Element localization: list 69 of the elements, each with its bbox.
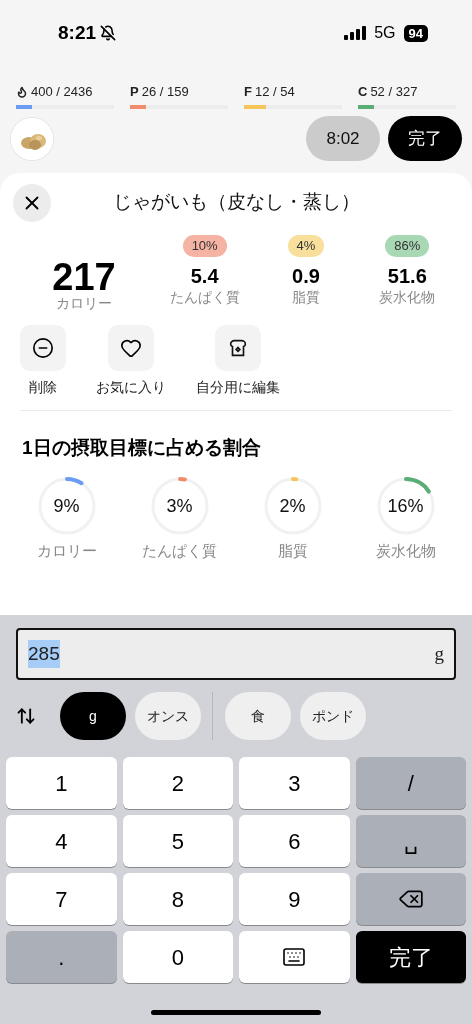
keyboard-key[interactable]: 4 xyxy=(6,815,117,867)
status-time: 8:21 xyxy=(58,20,97,45)
action-label: 削除 xyxy=(29,377,57,397)
macro-value: 51.6 xyxy=(387,263,427,288)
action-label: お気に入り xyxy=(96,377,166,397)
action-button[interactable] xyxy=(215,324,261,371)
macro-value: 0.9 xyxy=(292,263,320,288)
percent-badge: 10% xyxy=(182,234,227,257)
keyboard-key[interactable]: ␣ xyxy=(355,815,466,867)
keyboard-key[interactable]: 2 xyxy=(122,757,233,809)
macro-total: 400 / 2436 xyxy=(31,83,93,101)
amount-value: 285 xyxy=(28,639,60,669)
keyboard-key[interactable]: / xyxy=(355,757,466,809)
action-label: 自分用に編集 xyxy=(196,377,280,397)
unit-chip[interactable]: 食 xyxy=(225,692,291,740)
ring-percent: 9% xyxy=(53,494,80,518)
ring-label: 炭水化物 xyxy=(375,541,436,561)
keyboard-key[interactable]: 6 xyxy=(239,815,350,867)
ring-percent: 3% xyxy=(166,494,193,518)
unit-chip[interactable]: ポンド xyxy=(300,692,366,740)
macro-total: 12 / 54 xyxy=(254,83,295,101)
macro-total: 26 / 159 xyxy=(141,83,189,101)
macro-label: たんぱく質 xyxy=(169,287,240,306)
battery-level: 94 xyxy=(403,24,428,42)
keyboard-key[interactable]: . xyxy=(6,931,117,983)
unit-chip[interactable]: g xyxy=(60,692,126,740)
macro-letter: C xyxy=(358,83,368,101)
keyboard-key[interactable] xyxy=(239,931,350,983)
ring-label: カロリー xyxy=(36,541,97,561)
keyboard-key[interactable] xyxy=(355,873,466,925)
done-button[interactable]: 完了 xyxy=(388,116,462,161)
meal-time-button[interactable]: 8:02 xyxy=(306,116,380,161)
food-title: じゃがいも（皮なし・蒸し） xyxy=(111,190,361,215)
section-title: 1日の摂取目標に占める割合 xyxy=(21,435,262,460)
bell-muted-icon xyxy=(100,25,117,41)
action-button[interactable] xyxy=(20,324,66,371)
ring-label: たんぱく質 xyxy=(142,541,217,561)
macro-total: 52 / 327 xyxy=(370,83,418,101)
ring-percent: 2% xyxy=(279,494,306,518)
calories-label: カロリー xyxy=(56,293,112,312)
signal-icon xyxy=(344,26,367,40)
amount-field[interactable]: 285 g xyxy=(16,628,456,680)
amount-unit: g xyxy=(434,641,444,666)
flame-icon xyxy=(16,85,28,98)
calories-value: 217 xyxy=(52,259,116,294)
keyboard-key[interactable]: 完了 xyxy=(355,931,466,983)
macro-label: 炭水化物 xyxy=(379,287,436,306)
swap-icon[interactable] xyxy=(16,706,36,726)
keyboard-key[interactable]: 1 xyxy=(6,757,117,809)
keyboard-key[interactable]: 9 xyxy=(239,873,350,925)
unit-chip[interactable]: オンス xyxy=(135,692,201,740)
keyboard-key[interactable]: 0 xyxy=(122,931,233,983)
ring-percent: 16% xyxy=(387,494,424,518)
keyboard-key[interactable]: 5 xyxy=(122,815,233,867)
keyboard-key[interactable]: 8 xyxy=(122,873,233,925)
macro-letter: P xyxy=(130,83,139,101)
minus-icon xyxy=(32,336,54,359)
keyboard-icon xyxy=(282,945,307,969)
ring-label: 脂質 xyxy=(277,541,308,561)
macro-label: 脂質 xyxy=(292,287,320,306)
network-label: 5G xyxy=(374,23,396,43)
percent-badge: 4% xyxy=(287,234,325,257)
percent-badge: 86% xyxy=(385,234,430,257)
keyboard-key[interactable]: 3 xyxy=(239,757,350,809)
macro-value: 5.4 xyxy=(190,263,219,288)
keyboard-key[interactable]: 7 xyxy=(6,873,117,925)
close-button[interactable] xyxy=(13,183,51,222)
macro-letter: F xyxy=(244,83,252,101)
action-button[interactable] xyxy=(108,324,154,371)
